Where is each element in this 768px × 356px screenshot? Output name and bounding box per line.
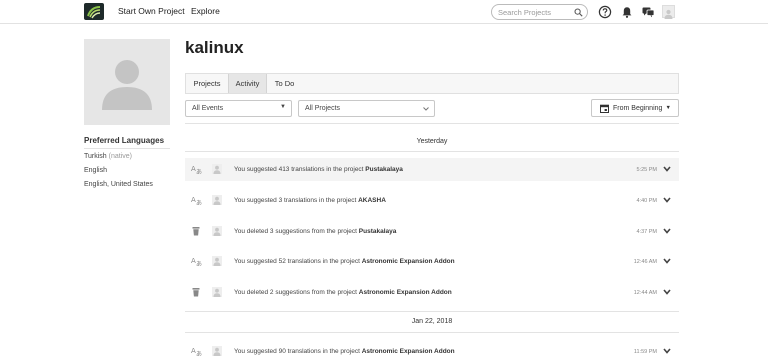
user-avatar-icon — [212, 287, 222, 297]
caret-down-icon: ▼ — [665, 105, 671, 111]
user-avatar-icon — [212, 195, 222, 205]
search-icon[interactable] — [574, 8, 583, 17]
activity-time: 4:37 PM — [636, 229, 657, 235]
user-silhouette-icon — [102, 60, 152, 110]
project-link[interactable]: Astronomic Expansion Addon — [359, 289, 452, 296]
user-avatar-icon — [212, 226, 222, 236]
tab-activity[interactable]: Activity — [228, 74, 267, 93]
trash-icon — [192, 288, 200, 297]
activity-time: 11:59 PM — [633, 349, 657, 355]
divider — [185, 123, 679, 124]
language-native-note: (native) — [108, 153, 132, 160]
activity-text: You suggested 3 translations in the proj… — [234, 197, 386, 204]
language-item: English — [84, 167, 107, 174]
svg-text:あ: あ — [196, 351, 202, 356]
user-avatar-icon — [212, 164, 222, 174]
svg-text:あ: あ — [196, 200, 202, 205]
chevron-down-icon[interactable] — [663, 348, 671, 354]
search-box — [491, 4, 588, 20]
logo-icon[interactable] — [84, 3, 104, 20]
activity-text: You suggested 413 translations in the pr… — [234, 166, 403, 173]
translate-icon: A あ — [191, 196, 202, 205]
profile-tabs: Projects Activity To Do — [185, 73, 679, 94]
language-item: English, United States — [84, 181, 153, 188]
page-title-username: kalinux — [185, 38, 244, 57]
divider — [185, 151, 679, 152]
svg-text:あ: あ — [196, 261, 202, 266]
activity-row[interactable]: A あ You suggested 90 translations in the… — [185, 340, 679, 356]
tab-to-do[interactable]: To Do — [267, 74, 302, 93]
caret-down-icon: ▼ — [280, 104, 286, 110]
preferred-languages-title: Preferred Languages — [84, 136, 165, 145]
chevron-down-icon[interactable] — [663, 258, 671, 264]
events-filter-select[interactable]: All Events ▼ — [185, 100, 292, 117]
activity-row[interactable]: You deleted 2 suggestions from the proje… — [185, 281, 679, 304]
user-avatar-icon — [212, 256, 222, 266]
date-range-button[interactable]: From Beginning ▼ — [591, 99, 679, 117]
top-navbar: Start Own Project Explore — [0, 0, 768, 24]
translate-icon: A あ — [191, 257, 202, 266]
project-link[interactable]: AKASHA — [358, 197, 386, 204]
svg-text:あ: あ — [196, 169, 202, 174]
activity-time: 5:25 PM — [636, 167, 657, 173]
events-filter-value: All Events — [192, 105, 224, 112]
projects-filter-select[interactable]: All Projects — [298, 100, 435, 117]
tab-projects[interactable]: Projects — [186, 74, 228, 93]
trash-icon — [192, 227, 200, 236]
chevron-down-icon[interactable] — [663, 289, 671, 295]
activity-row[interactable]: A あ You suggested 413 translations in th… — [185, 158, 679, 181]
notifications-bell-icon[interactable] — [620, 5, 634, 19]
chevron-down-icon — [423, 107, 429, 111]
chevron-down-icon[interactable] — [663, 228, 671, 234]
activity-time: 12:44 AM — [633, 290, 657, 296]
language-name: English — [84, 167, 107, 174]
project-link[interactable]: Pustakalaya — [365, 166, 403, 173]
user-avatar-icon — [212, 346, 222, 356]
calendar-icon — [600, 104, 609, 113]
chevron-down-icon[interactable] — [663, 197, 671, 203]
translate-icon: A あ — [191, 165, 202, 174]
activity-text: You suggested 52 translations in the pro… — [234, 258, 455, 265]
project-link[interactable]: Pustakalaya — [359, 228, 397, 235]
messages-icon[interactable] — [641, 5, 655, 19]
activity-text: You suggested 90 translations in the pro… — [234, 348, 455, 355]
translate-icon: A あ — [191, 347, 202, 356]
activity-row[interactable]: You deleted 3 suggestions from the proje… — [185, 220, 679, 243]
language-item: Turkish (native) — [84, 153, 132, 160]
nav-start-own-project[interactable]: Start Own Project — [118, 6, 185, 16]
project-link[interactable]: Astronomic Expansion Addon — [362, 348, 455, 355]
activity-date-label: Jan 22, 2018 — [411, 318, 453, 325]
activity-text: You deleted 2 suggestions from the proje… — [234, 289, 452, 296]
activity-time: 12:46 AM — [633, 259, 657, 265]
sidebar-divider — [84, 148, 170, 149]
user-avatar[interactable] — [662, 5, 675, 19]
project-link[interactable]: Astronomic Expansion Addon — [362, 258, 455, 265]
divider — [185, 311, 679, 312]
user-silhouette-icon — [664, 9, 673, 19]
activity-row[interactable]: A あ You suggested 3 translations in the … — [185, 189, 679, 212]
projects-filter-value: All Projects — [305, 105, 341, 112]
divider — [185, 332, 679, 333]
date-range-label: From Beginning — [613, 105, 663, 112]
activity-row[interactable]: A あ You suggested 52 translations in the… — [185, 250, 679, 273]
activity-date-label: Yesterday — [416, 138, 448, 145]
activity-text: You deleted 3 suggestions from the proje… — [234, 228, 397, 235]
activity-time: 4:40 PM — [636, 198, 657, 204]
language-name: Turkish — [84, 153, 107, 160]
chevron-down-icon[interactable] — [663, 166, 671, 172]
language-name: English, United States — [84, 181, 153, 188]
help-icon[interactable] — [598, 5, 612, 19]
nav-explore[interactable]: Explore — [191, 6, 220, 16]
search-input[interactable] — [498, 7, 570, 18]
profile-picture — [84, 39, 170, 125]
